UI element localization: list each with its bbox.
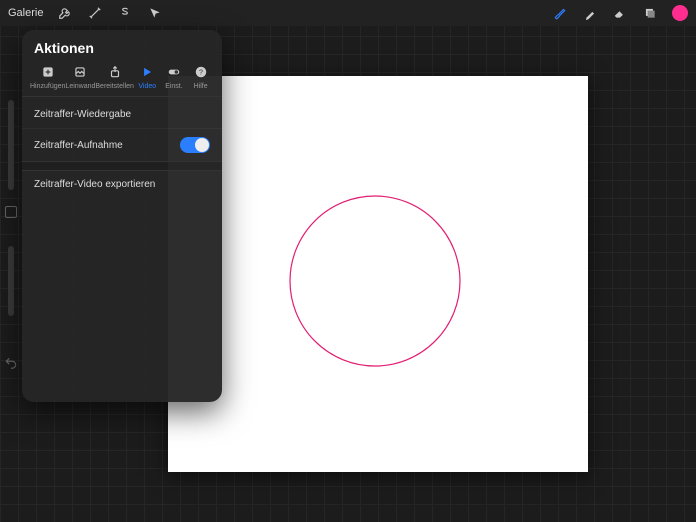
drawn-circle <box>286 192 464 370</box>
smudge-icon[interactable] <box>582 5 598 21</box>
color-swatch[interactable] <box>672 5 688 21</box>
record-toggle[interactable] <box>180 137 210 153</box>
tab-settings[interactable]: Einst. <box>161 64 188 90</box>
tab-video[interactable]: Video <box>134 64 161 90</box>
tab-share[interactable]: Bereitstellen <box>95 64 134 90</box>
menu-item-label: Zeitraffer-Video exportieren <box>34 179 155 190</box>
tab-canvas[interactable]: Leinwand <box>65 64 95 90</box>
tab-label: Bereitstellen <box>95 83 134 90</box>
eraser-icon[interactable] <box>612 5 628 21</box>
left-sidebar <box>0 90 22 316</box>
menu-item-label: Zeitraffer-Aufnahme <box>34 140 123 151</box>
top-toolbar: Galerie <box>0 0 696 26</box>
actions-popover: Aktionen Hinzufügen Leinwand Bereitstell… <box>22 30 222 402</box>
add-icon <box>40 64 56 80</box>
opacity-slider[interactable] <box>8 246 14 316</box>
settings-toggle-icon <box>166 64 182 80</box>
s-tool-icon[interactable] <box>117 5 133 21</box>
canvas[interactable] <box>168 76 588 472</box>
cursor-icon[interactable] <box>147 5 163 21</box>
menu-divider <box>22 161 222 171</box>
tab-label: Leinwand <box>65 83 95 90</box>
brush-icon[interactable] <box>552 5 568 21</box>
menu-export-video[interactable]: Zeitraffer-Video exportieren <box>22 171 222 198</box>
wrench-icon[interactable] <box>57 5 73 21</box>
wand-icon[interactable] <box>87 5 103 21</box>
modifier-square[interactable] <box>5 206 17 218</box>
undo-icon[interactable] <box>4 356 20 372</box>
menu-timelapse-replay[interactable]: Zeitraffer-Wiedergabe <box>22 101 222 128</box>
canvas-icon <box>72 64 88 80</box>
layers-icon[interactable] <box>642 5 658 21</box>
tab-label: Hinzufügen <box>30 83 65 90</box>
brush-size-slider[interactable] <box>8 100 14 190</box>
actions-tab-row: Hinzufügen Leinwand Bereitstellen Video … <box>22 64 222 97</box>
tab-add[interactable]: Hinzufügen <box>30 64 65 90</box>
share-icon <box>107 64 123 80</box>
tab-label: Video <box>138 83 156 90</box>
menu-item-label: Zeitraffer-Wiedergabe <box>34 109 131 120</box>
gallery-link[interactable]: Galerie <box>8 7 43 19</box>
tab-label: Hilfe <box>194 83 208 90</box>
help-icon: ? <box>193 64 209 80</box>
tab-help[interactable]: ? Hilfe <box>187 64 214 90</box>
svg-text:?: ? <box>199 69 203 76</box>
popover-title: Aktionen <box>22 30 222 64</box>
menu-timelapse-record[interactable]: Zeitraffer-Aufnahme <box>22 128 222 161</box>
video-menu: Zeitraffer-Wiedergabe Zeitraffer-Aufnahm… <box>22 97 222 202</box>
tab-label: Einst. <box>165 83 183 90</box>
play-icon <box>139 64 155 80</box>
